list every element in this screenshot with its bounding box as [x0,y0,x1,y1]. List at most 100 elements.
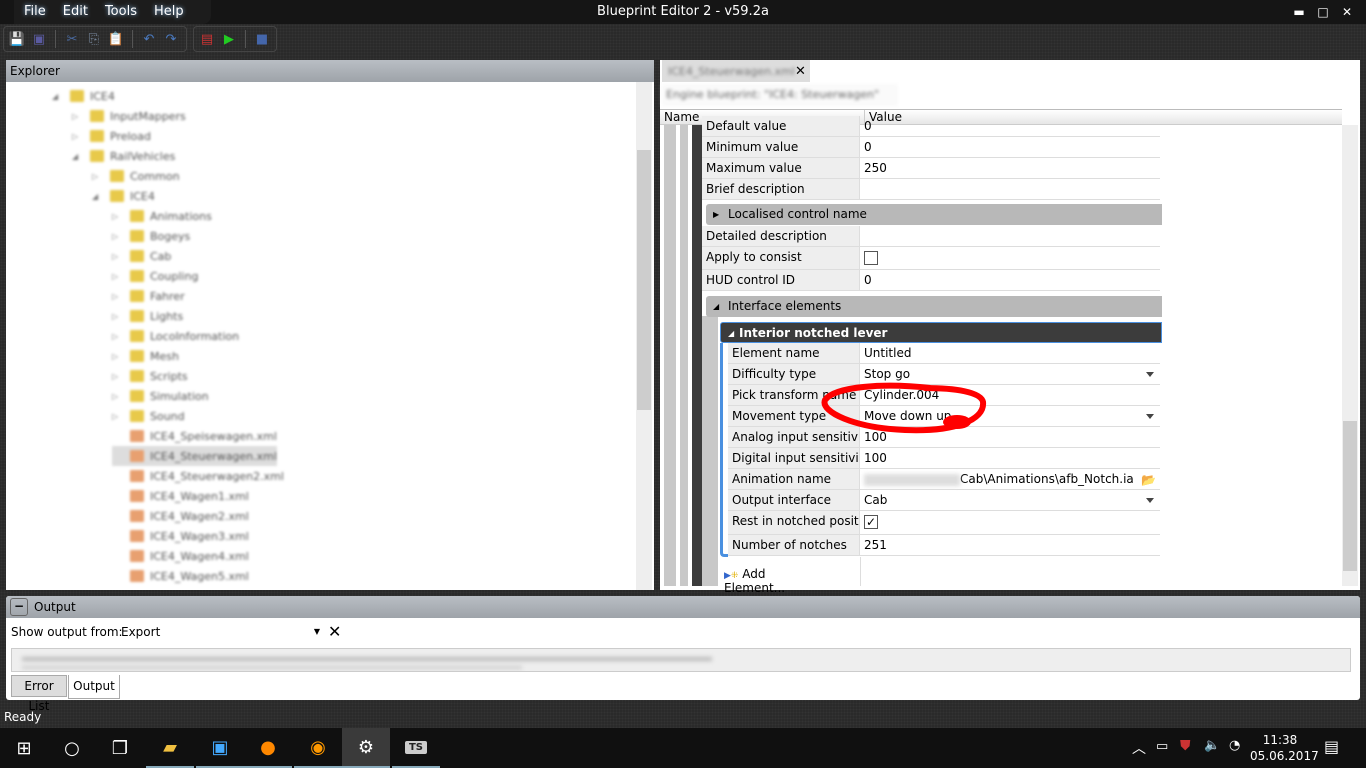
tree-item[interactable]: ▷ Mesh [112,346,179,366]
chevron-down-icon[interactable] [1146,372,1154,377]
tree-item[interactable]: ICE4_Wagen3.xml [112,526,249,546]
output-text[interactable] [11,648,1351,672]
add-element-button[interactable]: ▶⁜ Add Element... [724,567,785,595]
property-value[interactable]: 100 [860,448,1160,468]
tree-item[interactable]: ICE4_Wagen2.xml [112,506,249,526]
blueprint-editor-icon[interactable]: ⚙ [342,728,390,768]
tree-item[interactable]: ▷ Coupling [112,266,198,286]
tree-item[interactable]: ▷ Common [92,166,180,186]
blender-icon[interactable]: ◉ [294,728,342,768]
close-button[interactable]: ✕ [1336,4,1358,20]
checkbox[interactable]: ✓ [864,514,878,529]
property-value[interactable]: 251 [860,535,1160,555]
start-icon[interactable]: ⊞ [0,728,48,768]
property-row[interactable]: Default value 0 [702,116,1160,137]
property-value[interactable]: 0 [860,116,1160,136]
expander-icon[interactable]: ▷ [112,312,124,321]
expand-icon[interactable]: ▶ [713,204,719,225]
expander-icon[interactable]: ▷ [112,272,124,281]
tree-item[interactable]: ▷ Fahrer [112,286,185,306]
property-row[interactable]: Digital input sensitivity 100 [728,448,1160,469]
task-view-icon[interactable]: ❐ [96,728,144,768]
collapse-icon[interactable]: ◢ [728,323,734,344]
volume-icon[interactable]: 🔈 [1204,738,1220,753]
property-row[interactable]: Output interface Cab [728,490,1160,511]
close-tab-icon[interactable]: ✕ [795,64,806,79]
property-row[interactable]: HUD control ID 0 [702,270,1160,291]
property-row[interactable]: Element name Untitled [728,343,1160,364]
expander-icon[interactable]: ▷ [112,372,124,381]
action-center-icon[interactable]: ▤ [1324,737,1339,756]
expander-icon[interactable]: ◢ [52,92,64,101]
expander-icon[interactable]: ▷ [112,352,124,361]
maximize-button[interactable]: □ [1312,4,1334,20]
show-output-select[interactable]: Export ▼ [116,622,324,642]
property-group[interactable]: ◢ Interface elements [706,296,1162,317]
tree-item[interactable]: ▷ Cab [112,246,171,266]
property-row[interactable]: Apply to consist [702,247,1160,270]
tree-item[interactable]: ICE4_Steuerwagen.xml [112,446,277,466]
expander-icon[interactable]: ▷ [72,112,84,121]
collapse-output-button[interactable]: − [10,598,28,616]
tree-item[interactable]: ▷ Lights [112,306,183,326]
expander-icon[interactable]: ▷ [112,392,124,401]
tree-item[interactable]: ◢ ICE4 [92,186,155,206]
save-icon[interactable]: 💾 [8,30,26,48]
minimize-button[interactable]: ▬ [1288,4,1310,20]
expander-icon[interactable]: ▷ [112,412,124,421]
paste-icon[interactable]: 📋 [107,30,125,48]
tree-item[interactable]: ▷ Bogeys [112,226,190,246]
expander-icon[interactable]: ▷ [92,172,104,181]
expander-icon[interactable]: ◢ [92,192,104,201]
expander-icon[interactable]: ▷ [112,292,124,301]
tree-item[interactable]: ◢ RailVehicles [72,146,175,166]
tab-error-list[interactable]: Error List [11,675,67,713]
expander-icon[interactable]: ◢ [72,152,84,161]
tree-item[interactable]: ▷ Simulation [112,386,209,406]
tree-item[interactable]: ▷ Preload [72,126,151,146]
chevron-down-icon[interactable] [1146,498,1154,503]
tree-item[interactable]: ICE4_Steuerwagen2.xml [112,466,284,486]
wifi-icon[interactable]: ◔ [1229,738,1240,753]
stop-icon[interactable]: ■ [253,30,271,48]
battery-icon[interactable]: ▭ [1156,739,1168,754]
document-tab[interactable]: ICE4_Steuerwagen.xml ✕ [662,60,810,82]
undo-icon[interactable]: ↶ [140,30,158,48]
checkbox[interactable] [864,250,878,265]
property-value[interactable]: ✓ [860,511,1160,534]
chevron-down-icon[interactable] [1146,414,1154,419]
cortana-icon[interactable]: ○ [48,728,96,768]
tab-list-icon[interactable]: ✕ [1347,64,1358,79]
property-row[interactable]: Brief description [702,179,1160,200]
menu-help[interactable]: Help [154,0,184,24]
property-value[interactable] [860,179,1160,199]
collapse-icon[interactable]: ◢ [713,296,719,317]
expander-icon[interactable]: ▷ [112,232,124,241]
tree-item[interactable]: ◢ ICE4 [52,86,115,106]
property-group[interactable]: ◢ Interior notched lever [720,322,1162,343]
tree-item[interactable]: ▷ Sound [112,406,185,426]
menu-tools[interactable]: Tools [105,0,137,24]
property-row[interactable]: Minimum value 0 [702,137,1160,158]
folder-open-icon[interactable]: 📂 [1141,470,1156,490]
property-value[interactable]: 250 [860,158,1160,178]
property-value[interactable] [860,247,1160,269]
property-value[interactable]: 0 [860,137,1160,157]
explorer-scrollbar[interactable] [636,82,652,590]
property-value[interactable]: Cab\Animations\afb_Notch.ia 📂 [860,469,1160,489]
expander-icon[interactable]: ▷ [112,252,124,261]
property-value[interactable]: Untitled [860,343,1160,363]
cut-icon[interactable]: ✂ [63,30,81,48]
firefox-icon[interactable]: ● [244,728,292,768]
grid-scrollbar[interactable] [1342,125,1358,586]
run-icon[interactable]: ▶ [220,30,238,48]
mcafee-icon[interactable]: ⛊ [1180,738,1191,754]
property-value[interactable]: Cab [860,490,1160,510]
save-all-icon[interactable]: ▣ [30,30,48,48]
property-row[interactable]: Maximum value 250 [702,158,1160,179]
redo-icon[interactable]: ↷ [162,30,180,48]
tree-item[interactable]: ▷ Scripts [112,366,188,386]
tree-item[interactable]: ▷ Animations [112,206,212,226]
property-value[interactable] [860,226,1160,246]
property-row[interactable]: Rest in notched positi... ✓ [728,511,1160,535]
